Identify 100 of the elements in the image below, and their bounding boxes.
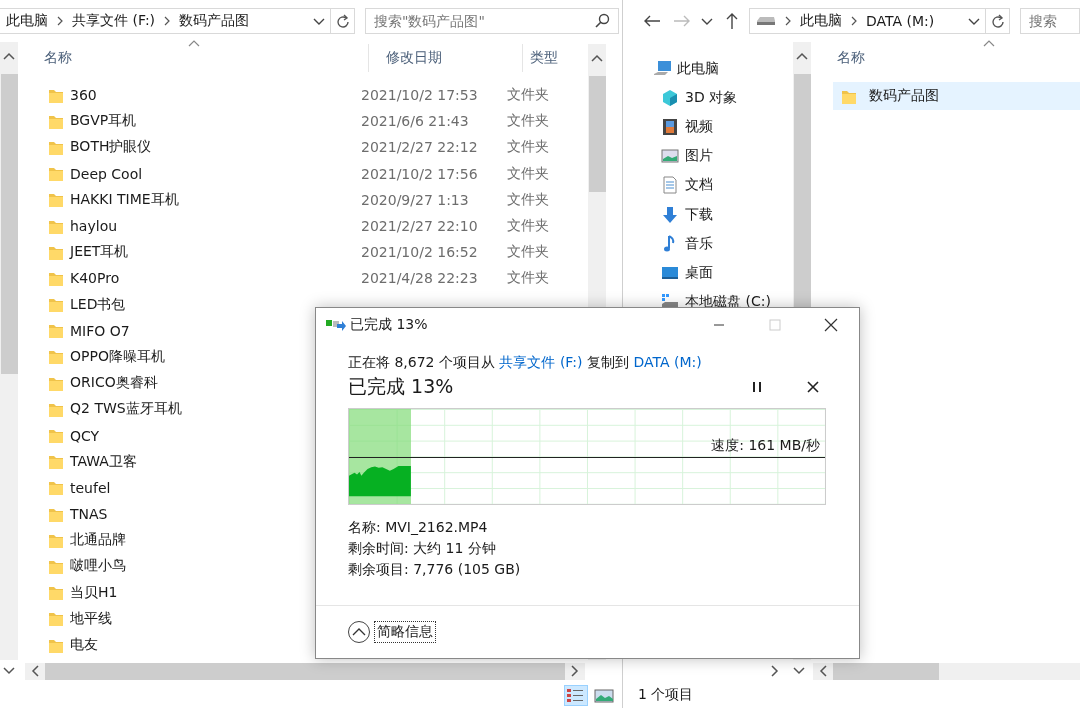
breadcrumb-item[interactable]: 此电脑 <box>6 12 48 30</box>
column-header[interactable]: 名称 <box>833 44 1057 72</box>
computer-icon <box>653 59 671 78</box>
progress-heading: 已完成 13% <box>348 374 455 399</box>
item-count: 1 个项目 <box>638 686 694 704</box>
nav-item[interactable]: 图片 <box>623 141 793 171</box>
address-bar[interactable]: 此电脑 DATA (M:) <box>748 8 1010 34</box>
file-row[interactable]: Deep Cool 2021/10/2 17:56 文件夹 <box>18 160 588 187</box>
column-header[interactable]: 类型 <box>523 44 558 72</box>
modified-date: 2021/10/2 17:56 <box>361 165 478 182</box>
nav-item[interactable]: 音乐 <box>623 229 793 259</box>
up-caret-icon <box>352 628 366 636</box>
list-icon <box>566 686 586 704</box>
file-name: 360 <box>70 87 97 104</box>
details-view-button[interactable] <box>564 684 588 706</box>
breadcrumb-item[interactable]: 共享文件 (F:) <box>72 12 156 30</box>
folder-icon <box>48 479 64 497</box>
vertical-scrollbar[interactable] <box>0 42 18 660</box>
file-name: 数码产品图 <box>869 87 939 105</box>
address-bar[interactable]: 此电脑 共享文件 (F:) 数码产品图 <box>0 8 355 34</box>
file-name: LED书包 <box>70 295 126 314</box>
folder-icon <box>48 296 64 314</box>
folder-icon <box>48 165 64 183</box>
horizontal-scrollbar[interactable] <box>813 662 1080 680</box>
document-icon <box>661 176 679 195</box>
file-name: TNAS <box>70 506 108 523</box>
film-icon <box>661 117 679 136</box>
file-name: MIFO O7 <box>70 322 130 339</box>
scrollbar-thumb[interactable] <box>833 662 939 680</box>
down-arrow-icon <box>661 205 679 224</box>
location-link[interactable]: 共享文件 (F:) <box>499 354 583 370</box>
detail-text: 剩余时间: 大约 11 分钟 <box>348 540 497 558</box>
breadcrumb-item[interactable]: 数码产品图 <box>179 12 250 30</box>
window-title: 已完成 13% <box>350 316 428 334</box>
file-name: 当贝H1 <box>70 583 118 602</box>
refresh-icon <box>335 13 350 29</box>
folder-icon <box>48 427 64 445</box>
file-row[interactable]: HAKKI TIME耳机 2020/9/27 1:13 文件夹 <box>18 186 588 213</box>
nav-item[interactable]: 视频 <box>623 112 793 142</box>
file-row[interactable]: K40Pro 2021/4/28 22:23 文件夹 <box>18 265 588 292</box>
nav-item[interactable]: 文档 <box>623 170 793 200</box>
file-row[interactable]: QCY <box>18 422 588 449</box>
modified-date: 2021/10/2 17:53 <box>361 87 478 104</box>
modified-date: 2021/2/27 22:10 <box>361 218 478 235</box>
file-row[interactable]: 当贝H1 <box>18 579 588 606</box>
nav-item[interactable]: 3D 对象 <box>623 83 793 113</box>
file-name: 北通品牌 <box>70 531 126 550</box>
nav-item[interactable]: 桌面 <box>623 258 793 288</box>
file-row[interactable]: BOTH护眼仪 2021/2/27 22:12 文件夹 <box>18 134 588 161</box>
file-type: 文件夹 <box>507 217 549 236</box>
folder-icon <box>48 348 64 366</box>
file-type: 文件夹 <box>507 138 549 157</box>
breadcrumb-item[interactable]: 此电脑 <box>799 12 842 30</box>
search-field[interactable]: 搜索 <box>1020 8 1080 34</box>
file-row[interactable]: BGVP耳机 2021/6/6 21:43 文件夹 <box>18 108 588 135</box>
sort-caret-icon <box>983 40 995 47</box>
scrollbar-thumb[interactable] <box>0 74 18 374</box>
forward-arrow-icon <box>672 14 691 28</box>
nav-item[interactable]: 下载 <box>623 199 793 230</box>
back-arrow-icon <box>642 14 661 28</box>
file-row[interactable]: 数码产品图 <box>833 82 1080 110</box>
caret-icon <box>700 16 713 26</box>
file-row[interactable]: teufel <box>18 474 588 501</box>
column-header[interactable]: 名称 <box>18 44 369 72</box>
chevron-icon <box>56 16 64 26</box>
folder-icon <box>48 322 64 340</box>
nav-item[interactable]: 本地磁盘 (C:) <box>623 287 793 317</box>
file-name: haylou <box>70 218 118 235</box>
file-row[interactable]: haylou 2021/2/27 22:10 文件夹 <box>18 212 588 240</box>
file-name: teufel <box>70 479 111 496</box>
fewer-details-button[interactable]: 简略信息 <box>374 621 436 643</box>
column-header[interactable]: 修改日期 <box>369 44 523 72</box>
picture-icon <box>661 147 679 166</box>
file-type: 文件夹 <box>507 164 549 183</box>
refresh-icon <box>990 13 1005 29</box>
location-link[interactable]: DATA (M:) <box>633 354 702 370</box>
file-row[interactable]: TAWA卫客 <box>18 448 588 475</box>
file-name: HAKKI TIME耳机 <box>70 190 179 209</box>
file-name: 地平线 <box>70 609 112 628</box>
chevron-icon <box>163 16 172 26</box>
search-field[interactable]: 搜索"数码产品图" <box>365 8 619 34</box>
up-arrow-icon <box>725 12 740 30</box>
breadcrumb-item[interactable]: DATA (M:) <box>865 13 935 29</box>
cube-icon <box>661 88 679 107</box>
file-name: JEET耳机 <box>70 243 129 262</box>
file-name: K40Pro <box>70 270 120 287</box>
file-row[interactable]: 360 2021/10/2 17:53 文件夹 <box>18 82 588 109</box>
file-row[interactable]: LED书包 <box>18 291 588 318</box>
search-icon <box>595 13 611 29</box>
file-row[interactable]: JEET耳机 2021/10/2 16:52 文件夹 <box>18 239 588 266</box>
file-type: 文件夹 <box>507 86 549 105</box>
file-row[interactable]: Q2 TWS蓝牙耳机 <box>18 396 588 423</box>
file-name: TAWA卫客 <box>70 452 137 471</box>
file-type: 文件夹 <box>507 112 549 131</box>
chevron-icon <box>783 16 792 26</box>
scrollbar-thumb[interactable] <box>588 76 606 192</box>
file-name: BOTH护眼仪 <box>70 138 152 157</box>
caret-icon <box>313 16 325 26</box>
file-name: OPPO降噪耳机 <box>70 347 165 366</box>
nav-item[interactable]: 此电脑 <box>623 54 793 84</box>
